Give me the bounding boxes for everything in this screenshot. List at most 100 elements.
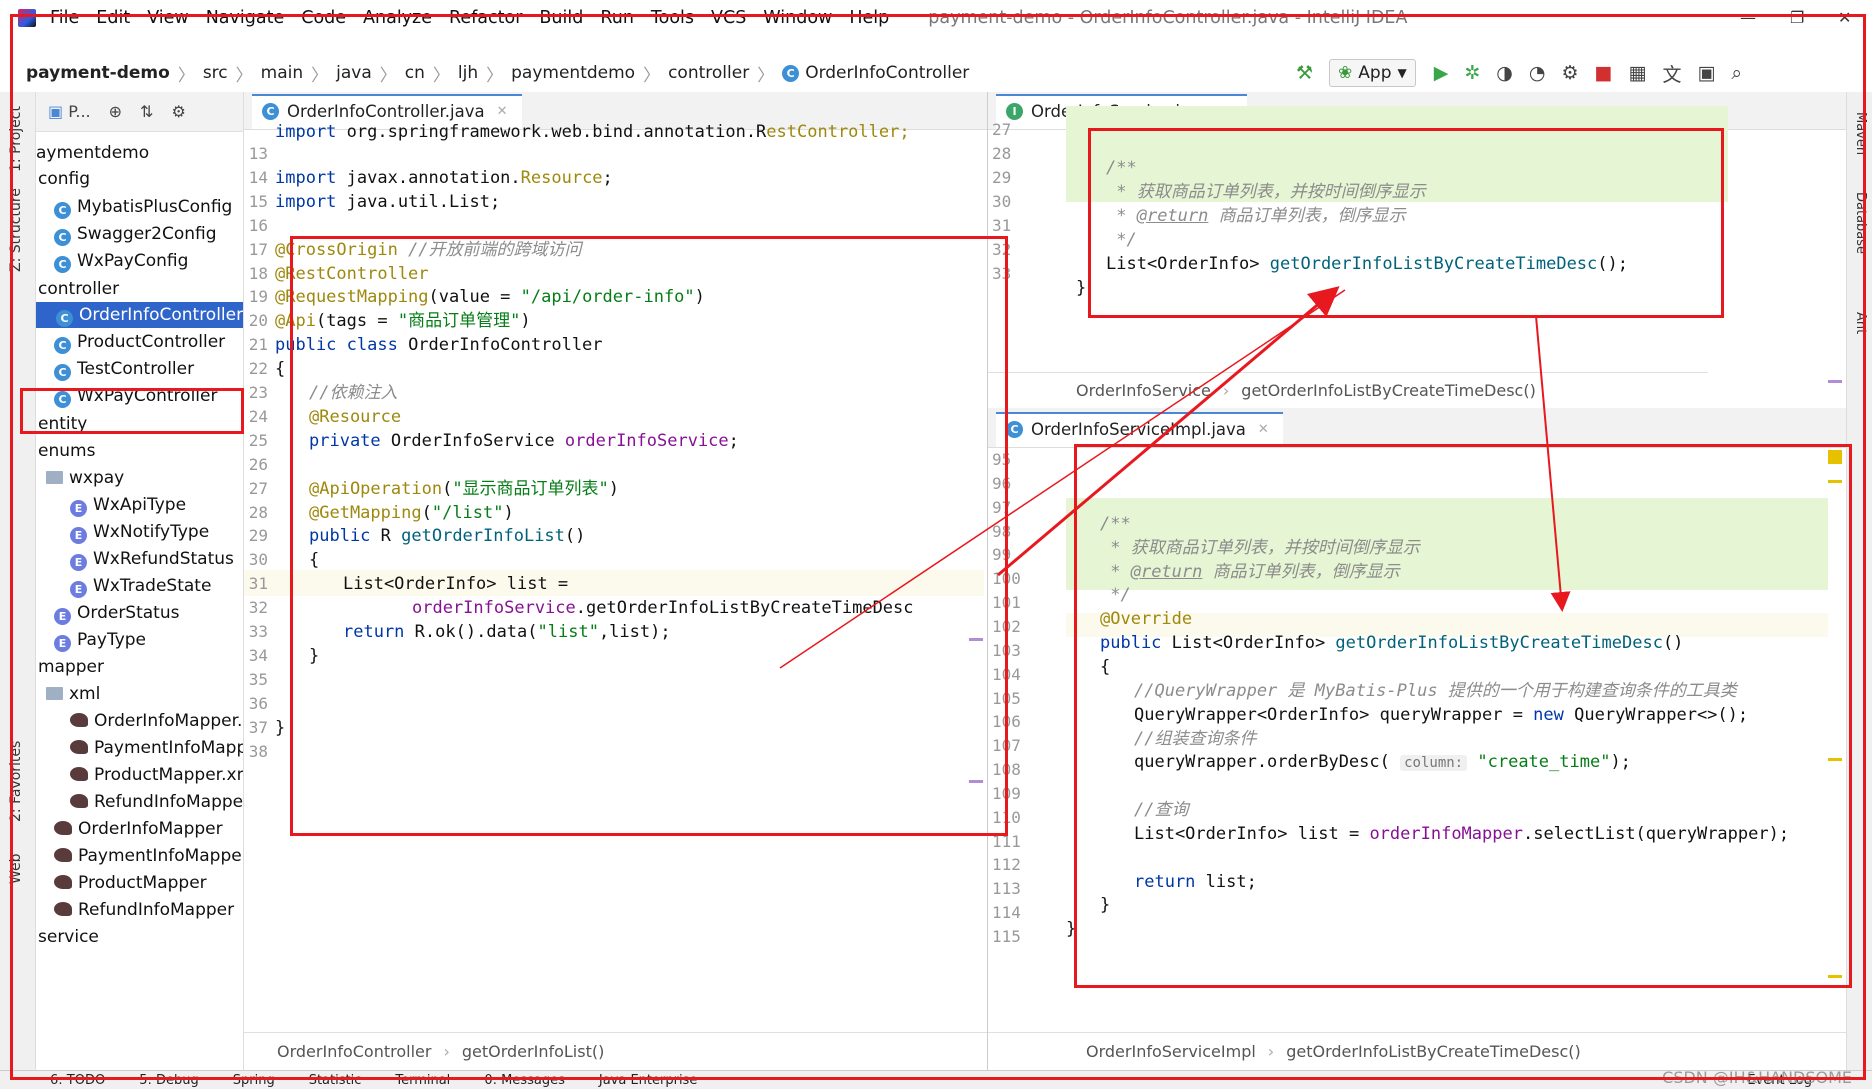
- menu-vcs[interactable]: VCS: [711, 8, 746, 28]
- tab-favorites[interactable]: 2: Favorites: [8, 741, 24, 822]
- stop-icon[interactable]: ■: [1595, 62, 1613, 84]
- tree-item-productcontroller[interactable]: C ProductController: [54, 329, 225, 355]
- tree-item-wxtradestate[interactable]: E WxTradeState: [70, 573, 211, 599]
- build-hammer-icon[interactable]: ⚒: [1296, 62, 1313, 84]
- tab-structure[interactable]: Z: Structure: [8, 188, 24, 272]
- menu-build[interactable]: Build: [539, 8, 583, 28]
- profile-icon[interactable]: ◔: [1529, 62, 1546, 84]
- tab-web[interactable]: Web: [8, 853, 24, 884]
- editor-service-impl[interactable]: C OrderInfoServiceImpl.java ✕ 95 96 97 98 99…: [988, 408, 1846, 1070]
- attach-icon[interactable]: ⚙: [1561, 62, 1578, 84]
- tree-item-wxpay[interactable]: wxpay: [46, 465, 124, 491]
- tab-spring[interactable]: Spring: [233, 1073, 275, 1088]
- tree-item-service[interactable]: service: [38, 924, 99, 950]
- tree-item-entity[interactable]: entity: [38, 411, 87, 437]
- tab-messages[interactable]: 0: Messages: [484, 1073, 565, 1088]
- tree-item-wxrefundstatus[interactable]: E WxRefundStatus: [70, 546, 234, 572]
- tree-item-mapper[interactable]: mapper: [38, 654, 104, 680]
- breadcrumb-cn[interactable]: cn: [405, 63, 425, 83]
- gear-icon[interactable]: ⚙: [171, 102, 185, 121]
- tree-item-productmapper[interactable]: ProductMapper: [54, 870, 207, 896]
- tree-item-refundinfomapper[interactable]: RefundInfoMapper: [54, 897, 234, 923]
- menu-tools[interactable]: Tools: [651, 8, 694, 28]
- breadcrumb-paymentdemo[interactable]: paymentdemo: [511, 63, 635, 83]
- tab-orderinfoserviceimpl[interactable]: C OrderInfoServiceImpl.java ✕: [996, 412, 1283, 447]
- status-class[interactable]: OrderInfoServiceImpl: [1086, 1042, 1256, 1061]
- tree-item-orderstatus[interactable]: E OrderStatus: [54, 600, 179, 626]
- tree-item-enums[interactable]: enums: [38, 438, 95, 464]
- debug-icon[interactable]: ✲: [1464, 62, 1480, 84]
- breadcrumb-ljh[interactable]: ljh: [458, 63, 478, 83]
- tree-item-mybatisplusconfig[interactable]: C MybatisPlusConfig: [54, 194, 232, 220]
- presentation-icon[interactable]: ▣: [1697, 62, 1715, 84]
- menu-file[interactable]: File: [50, 8, 79, 28]
- breadcrumb-controller[interactable]: controller: [668, 63, 749, 83]
- run-icon[interactable]: ▶: [1434, 62, 1449, 84]
- breadcrumb-file[interactable]: OrderInfoController: [805, 63, 969, 83]
- menu-analyze[interactable]: Analyze: [363, 8, 432, 28]
- menu-view[interactable]: View: [147, 8, 189, 28]
- close-tab-icon[interactable]: ✕: [1258, 422, 1269, 437]
- menu-run[interactable]: Run: [600, 8, 634, 28]
- tree-item-config[interactable]: config: [38, 166, 90, 192]
- tab-todo[interactable]: 6: TODO: [50, 1073, 105, 1088]
- editor-service[interactable]: I OrderInfoService.java ✕ 27282930313233…: [988, 92, 1846, 408]
- collapse-icon[interactable]: ⇅: [140, 102, 153, 121]
- tree-item-paymentinfomapper[interactable]: PaymentInfoMapper: [54, 843, 243, 869]
- left-tool-strip: 1: Project Z: Structure 2: Favorites Web: [0, 92, 36, 1070]
- tab-project[interactable]: 1: Project: [8, 106, 24, 172]
- translate-icon[interactable]: 文: [1662, 60, 1681, 87]
- tree-item-orderinfocontroller[interactable]: C OrderInfoController: [36, 302, 243, 328]
- tab-terminal[interactable]: Terminal: [395, 1073, 450, 1088]
- breadcrumb-project[interactable]: payment-demo: [26, 63, 170, 83]
- breadcrumb-src[interactable]: src: [203, 63, 228, 83]
- tree-item-wxnotifytype[interactable]: E WxNotifyType: [70, 519, 209, 545]
- tab-statistic[interactable]: Statistic: [309, 1073, 362, 1088]
- tree-item-orderinfomapper[interactable]: OrderInfoMapper: [54, 816, 223, 842]
- menu-navigate[interactable]: Navigate: [206, 8, 285, 28]
- tree-item-wxpayconfig[interactable]: C WxPayConfig: [54, 248, 188, 274]
- tree-item-swagger2config[interactable]: C Swagger2Config: [54, 221, 217, 247]
- breadcrumb-main[interactable]: main: [261, 63, 303, 83]
- tree-item-testcontroller[interactable]: C TestController: [54, 356, 194, 382]
- close-icon[interactable]: ✕: [1838, 8, 1851, 27]
- search-icon[interactable]: ⌕: [1731, 62, 1742, 84]
- menu-code[interactable]: Code: [301, 8, 346, 28]
- project-structure-icon[interactable]: ▦: [1628, 62, 1646, 84]
- menu-edit[interactable]: Edit: [96, 8, 130, 28]
- tab-maven[interactable]: Maven: [1853, 112, 1868, 155]
- status-method[interactable]: getOrderInfoList(): [462, 1042, 604, 1061]
- tree-item-wxpaycontroller[interactable]: C WxPayController: [54, 383, 217, 409]
- status-class[interactable]: OrderInfoController: [277, 1042, 431, 1061]
- run-config-select[interactable]: ❀ App ▼: [1329, 59, 1416, 87]
- breadcrumb-java[interactable]: java: [336, 63, 372, 83]
- tree-item-wxapitype[interactable]: E WxApiType: [70, 492, 186, 518]
- tab-debug[interactable]: 5: Debug: [139, 1073, 199, 1088]
- code-token: "商品订单管理": [397, 311, 521, 332]
- restore-icon[interactable]: ❐: [1790, 8, 1804, 27]
- tree-item-paymentinfomapp[interactable]: PaymentInfoMapp: [70, 735, 243, 761]
- tree-item-xml[interactable]: xml: [46, 681, 100, 707]
- minimize-icon[interactable]: —: [1740, 8, 1756, 27]
- menu-window[interactable]: Window: [763, 8, 832, 28]
- menu-help[interactable]: Help: [849, 8, 889, 28]
- coverage-icon[interactable]: ◑: [1496, 62, 1513, 84]
- status-method[interactable]: getOrderInfoListByCreateTimeDesc(): [1286, 1042, 1581, 1061]
- tree-item-orderinfomapper-[interactable]: OrderInfoMapper.: [70, 708, 242, 734]
- tree-item-productmapper-xn[interactable]: ProductMapper.xn: [70, 762, 243, 788]
- close-tab-icon[interactable]: ✕: [497, 104, 508, 119]
- code-line: public List<OrderInfo> getOrderInfoListB…: [1100, 629, 1683, 657]
- tree-item-refundinfomappe[interactable]: RefundInfoMappe: [70, 789, 243, 815]
- tab-database[interactable]: Database: [1853, 192, 1868, 254]
- editor-controller[interactable]: C OrderInfoController.java ✕ 13 14 15 16 17 1…: [244, 92, 988, 1070]
- tab-java-enterprise[interactable]: Java Enterprise: [599, 1073, 697, 1088]
- tab-ant[interactable]: Ant: [1853, 312, 1868, 334]
- tree-item-aymentdemo[interactable]: aymentdemo: [36, 140, 149, 166]
- status-method[interactable]: getOrderInfoListByCreateTimeDesc(): [1241, 381, 1536, 400]
- tree-item-controller[interactable]: controller: [38, 276, 119, 302]
- menu-refactor[interactable]: Refactor: [449, 8, 522, 28]
- project-view-selector[interactable]: ▣ P...: [48, 102, 91, 121]
- status-class[interactable]: OrderInfoService: [1076, 381, 1211, 400]
- tree-item-paytype[interactable]: E PayType: [54, 627, 146, 653]
- locate-icon[interactable]: ⊕: [109, 102, 122, 121]
